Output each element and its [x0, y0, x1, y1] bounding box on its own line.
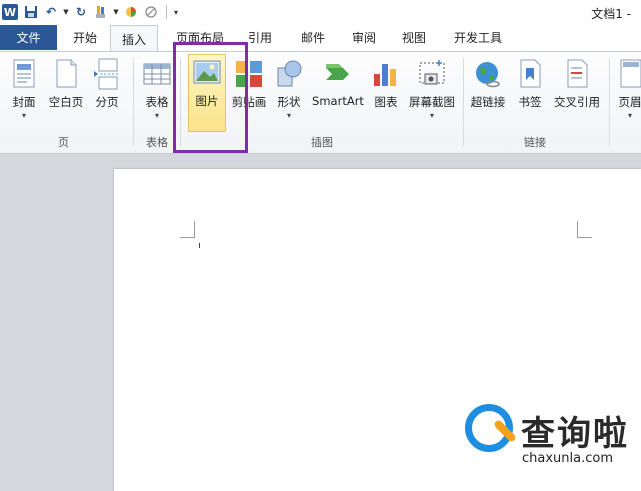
header-icon [615, 58, 641, 90]
page-break-icon [92, 58, 122, 90]
group-separator [609, 58, 610, 146]
toolbar-separator [166, 5, 167, 19]
table-button[interactable]: 表格 ▾ [140, 56, 174, 126]
tab-insert[interactable]: 插入 [110, 25, 158, 52]
watermark-url: chaxunla.com [522, 451, 613, 466]
chart-label: 图表 [374, 95, 398, 109]
group-separator [463, 58, 464, 146]
group-label-illustrations: 插图 [311, 136, 333, 149]
tab-developer[interactable]: 开发工具 [446, 25, 510, 50]
save-icon[interactable] [22, 3, 40, 21]
word-app-icon[interactable]: W [2, 4, 18, 20]
color-wheel-icon[interactable] [122, 3, 140, 21]
shapes-icon [274, 58, 304, 90]
table-icon [142, 58, 172, 90]
cover-page-label: 封面 [12, 95, 36, 109]
cover-page-icon [9, 58, 39, 90]
group-label-pages: 页 [58, 136, 69, 149]
group-separator [133, 58, 134, 146]
smartart-icon [323, 58, 353, 90]
tab-home[interactable]: 开始 [60, 25, 110, 50]
hyperlink-icon [473, 58, 503, 90]
hyperlink-label: 超链接 [470, 95, 506, 109]
hyperlink-button[interactable]: 超链接 [469, 56, 507, 126]
page-break-label: 分页 [95, 95, 119, 109]
header-label: 页眉 [618, 95, 641, 109]
format-painter-icon[interactable] [92, 3, 110, 21]
table-label: 表格 [145, 95, 169, 109]
cross-reference-icon [562, 58, 592, 90]
document-title: 文档1 - [591, 7, 631, 21]
header-button[interactable]: 页眉 ▾ [615, 56, 641, 126]
chart-icon [371, 58, 401, 90]
clear-format-icon[interactable] [142, 3, 160, 21]
chevron-down-icon: ▾ [429, 111, 434, 120]
shapes-label: 形状 [277, 95, 301, 109]
tab-file[interactable]: 文件 [0, 25, 57, 50]
title-bar: W ↶ ▼ ↻ ▼ ▾ 文档1 - [0, 0, 641, 25]
tab-mailings[interactable]: 邮件 [290, 25, 336, 50]
annotation-highlight-box [173, 42, 248, 153]
quick-access-toolbar: W ↶ ▼ ↻ ▼ ▾ [0, 2, 183, 22]
chart-button[interactable]: 图表 [370, 56, 402, 126]
screenshot-label: 屏幕截图 [409, 95, 455, 109]
smartart-label: SmartArt [312, 94, 364, 108]
watermark: 查询啦 chaxunla.com [465, 404, 635, 474]
group-label-tables: 表格 [146, 136, 168, 149]
group-label-links: 链接 [524, 136, 546, 149]
crop-mark-top-left [180, 221, 195, 238]
cover-page-button[interactable]: 封面 ▾ [6, 56, 42, 126]
undo-dropdown-icon[interactable]: ▼ [62, 3, 70, 21]
screenshot-button[interactable]: 屏幕截图 ▾ [406, 56, 458, 126]
cross-reference-button[interactable]: 交叉引用 [551, 56, 603, 126]
bookmark-icon [515, 58, 545, 90]
text-cursor [199, 243, 200, 248]
blank-page-label: 空白页 [48, 95, 84, 109]
bookmark-button[interactable]: 书签 [514, 56, 546, 126]
watermark-logo-icon [465, 404, 513, 452]
chevron-down-icon: ▾ [627, 111, 632, 120]
smartart-button[interactable]: SmartArt [310, 56, 366, 126]
ribbon-tabs: 文件 开始 插入 页面布局 引用 邮件 审阅 视图 开发工具 [0, 24, 641, 52]
blank-page-button[interactable]: 空白页 [45, 56, 87, 126]
tab-review[interactable]: 审阅 [342, 25, 386, 50]
ribbon: 封面 ▾ 空白页 分页 页 表格 ▾ 表格 图片 剪贴画 形状 ▾ SmartA… [0, 51, 641, 154]
screenshot-icon [417, 58, 447, 90]
cross-reference-label: 交叉引用 [554, 95, 600, 109]
format-dropdown-icon[interactable]: ▼ [112, 3, 120, 21]
undo-icon[interactable]: ↶ [42, 3, 60, 21]
customize-toolbar-icon[interactable]: ▾ [171, 3, 181, 21]
redo-icon[interactable]: ↻ [72, 3, 90, 21]
chevron-down-icon: ▾ [154, 111, 159, 120]
tab-view[interactable]: 视图 [392, 25, 436, 50]
watermark-brand: 查询啦 [521, 414, 629, 454]
page-break-button[interactable]: 分页 [90, 56, 124, 126]
shapes-button[interactable]: 形状 ▾ [272, 56, 306, 126]
chevron-down-icon: ▾ [286, 111, 291, 120]
blank-page-icon [51, 58, 81, 90]
crop-mark-top-right [577, 221, 592, 238]
bookmark-label: 书签 [518, 95, 542, 109]
chevron-down-icon: ▾ [21, 111, 26, 120]
